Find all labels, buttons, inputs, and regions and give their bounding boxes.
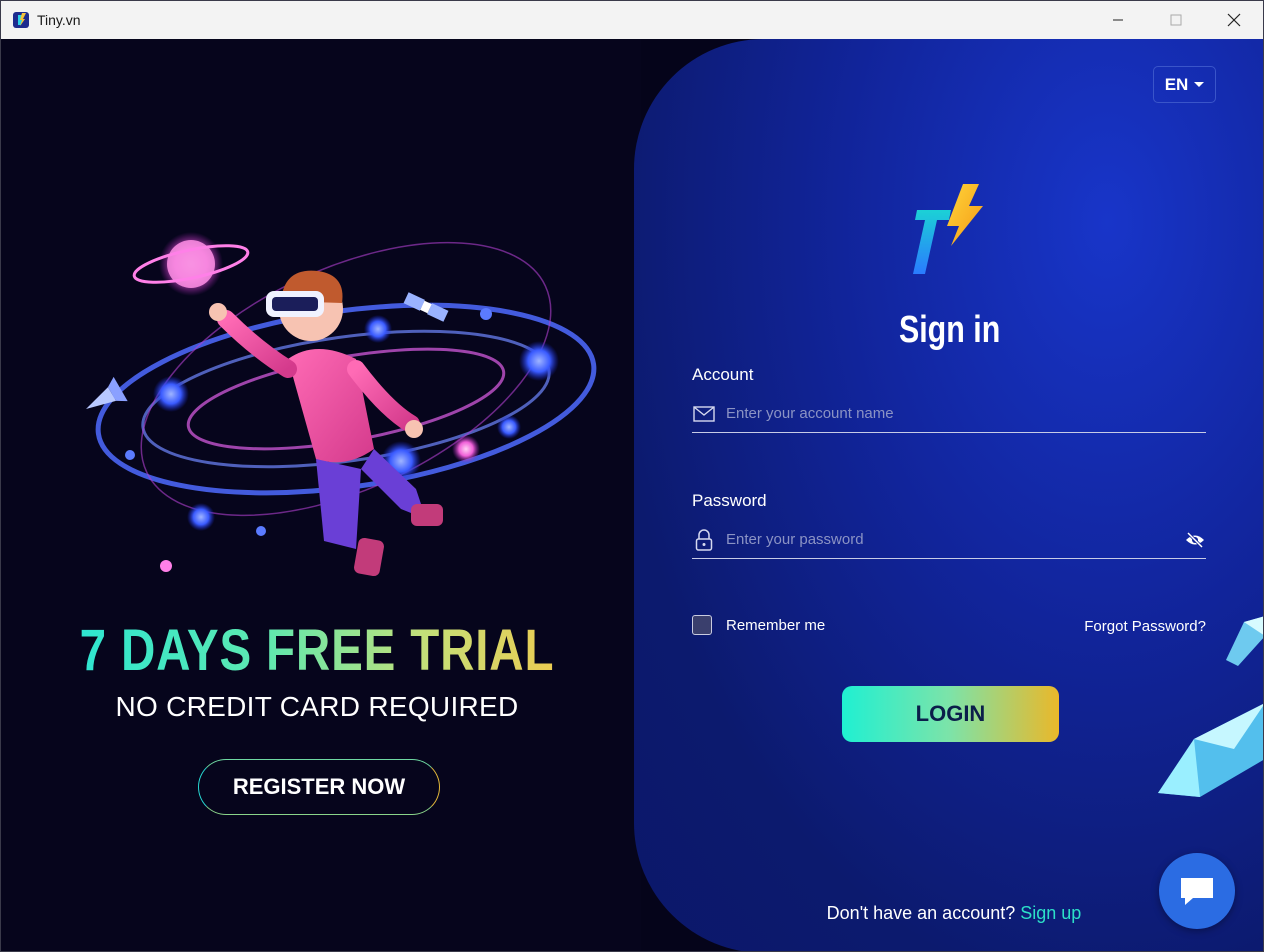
maximize-icon [1170,14,1182,26]
chat-button[interactable] [1159,853,1235,929]
login-button[interactable]: LOGIN [842,686,1059,742]
account-label: Account [692,365,754,384]
remember-me: Remember me [692,615,825,635]
person-figure [209,270,443,577]
crystal-decoration-small [1226,616,1263,666]
account-input[interactable] [726,398,1206,429]
account-field [692,395,1206,433]
maximize-button[interactable] [1147,1,1205,39]
password-input[interactable] [726,524,1184,555]
minimize-icon [1113,19,1123,21]
tiny-logo [913,184,983,274]
language-value: EN [1164,74,1189,94]
lock-icon [693,528,715,551]
register-now-button[interactable]: REGISTER NOW [198,759,440,815]
eye-slash-icon[interactable] [1184,529,1206,551]
envelope-icon [693,403,715,425]
window-controls [1089,1,1263,39]
tiny-logo-icon [13,12,29,28]
window-title: Tiny.vn [37,12,81,28]
hero-illustration [86,232,597,577]
promo-title: 7 DAYS FREE TRIAL [58,617,576,684]
password-label: Password [692,491,767,510]
chevron-down-icon [1194,82,1205,87]
app-window: Tiny.vn 7 DAYS FREE TRIAL NO CREDIT CARD… [0,0,1264,952]
forgot-password-link[interactable]: Forgot Password? [1084,618,1206,635]
promo-panel: 7 DAYS FREE TRIAL NO CREDIT CARD REQUIRE… [1,39,641,951]
signin-title: Sign in [898,309,1001,351]
minimize-button[interactable] [1089,1,1147,39]
close-icon [1227,13,1241,27]
crystal-decoration-large [1158,704,1263,797]
promo-subtitle: NO CREDIT CARD REQUIRED [115,691,519,722]
chat-icon [1181,878,1213,905]
signup-link[interactable]: Sign up [1020,903,1081,923]
no-account-text: Don't have an account? [826,903,1016,923]
close-button[interactable] [1205,1,1263,39]
password-field [692,521,1206,559]
remember-me-label[interactable]: Remember me [726,617,825,634]
title-bar: Tiny.vn [1,1,1263,39]
remember-me-checkbox[interactable] [692,615,712,635]
language-select[interactable]: EN [1153,66,1216,103]
signin-panel: EN Sign in Account Enter your account na… [634,39,1263,951]
